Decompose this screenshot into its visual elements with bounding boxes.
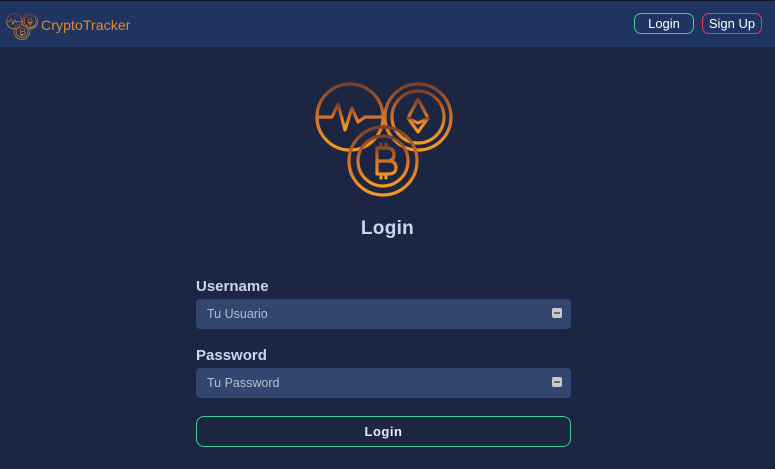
password-manager-key-icon[interactable] (552, 308, 562, 318)
password-field[interactable] (196, 368, 571, 398)
page-title: Login (360, 218, 415, 239)
nav-login-button[interactable]: Login (634, 13, 694, 34)
username-input[interactable] (196, 299, 536, 329)
top-navbar: CryptoTracker Login Sign Up (0, 0, 775, 47)
crypto-coins-icon (4, 8, 40, 42)
nav-signup-button[interactable]: Sign Up (702, 13, 762, 34)
password-manager-key-icon[interactable] (552, 377, 562, 387)
crypto-coins-icon (310, 60, 456, 206)
username-label: Username (196, 278, 269, 295)
brand[interactable]: CryptoTracker (4, 8, 130, 42)
brand-name: CryptoTracker (41, 17, 131, 33)
login-submit-button[interactable]: Login (196, 416, 571, 447)
password-label: Password (196, 347, 267, 364)
username-field[interactable] (196, 299, 571, 329)
password-input[interactable] (196, 368, 536, 398)
